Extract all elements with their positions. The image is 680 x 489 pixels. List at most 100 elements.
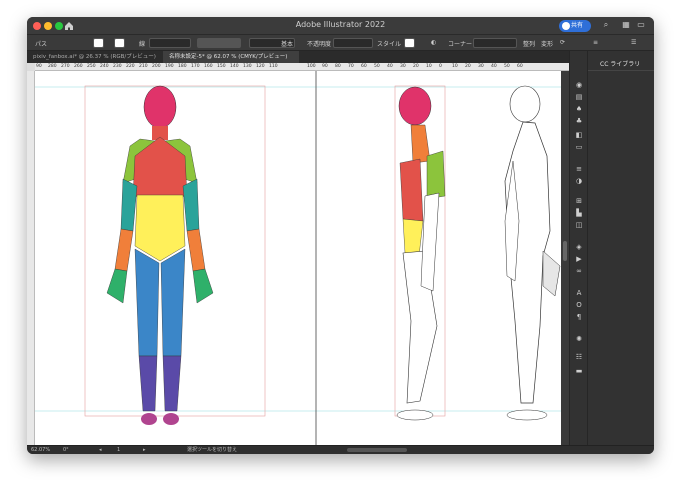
ruler-tick: 170 (191, 64, 200, 69)
artboard-next-button[interactable]: ▸ (143, 446, 146, 454)
ruler-tick: 30 (400, 64, 406, 69)
user-icon (562, 22, 570, 30)
ruler-tick: 20 (413, 64, 419, 69)
comments-icon[interactable]: ▬ (574, 367, 584, 376)
asset-export-icon[interactable]: ✺ (574, 335, 584, 344)
layers-icon[interactable]: ◈ (574, 243, 584, 252)
recolor-icon[interactable]: ◐ (431, 39, 436, 46)
variable-width-field[interactable] (197, 38, 241, 48)
cc-libraries-tab[interactable]: CC ライブラリ (588, 59, 654, 71)
illustrator-window: Adobe Illustrator 2022 共有 ⌕ ▦ ▭ パス 線 基本 … (27, 17, 654, 454)
ruler-tick: 280 (48, 64, 57, 69)
ruler-tick: 50 (504, 64, 510, 69)
ruler-tick: 50 (374, 64, 380, 69)
artwork[interactable] (35, 71, 561, 445)
properties-icon[interactable]: ▤ (574, 93, 584, 102)
selection-type-label: パス (35, 41, 48, 48)
ruler-tick: 150 (217, 64, 226, 69)
paragraph-icon[interactable]: ¶ (574, 313, 584, 322)
cc-libraries-icon[interactable]: ◉ (574, 81, 584, 90)
share-label: 共有 (571, 22, 584, 29)
search-icon[interactable]: ⌕ (601, 20, 611, 30)
horizontal-scroll-thumb[interactable] (347, 448, 407, 452)
title-bar: Adobe Illustrator 2022 共有 ⌕ ▦ ▭ (27, 17, 654, 35)
ruler-tick: 210 (139, 64, 148, 69)
ruler-tick: 60 (361, 64, 367, 69)
ruler-tick: 30 (478, 64, 484, 69)
style-label: スタイル (377, 41, 402, 48)
color-icon[interactable]: ◑ (574, 177, 584, 186)
workspace-grid-icon[interactable]: ▦ (621, 20, 631, 30)
symbols-icon[interactable]: ♣ (574, 117, 584, 126)
artboard-canvas[interactable] (35, 71, 561, 445)
ruler-tick: 180 (178, 64, 187, 69)
vertical-scrollbar[interactable] (561, 71, 569, 445)
ruler-tick: 80 (335, 64, 341, 69)
align-icon[interactable]: ▙ (574, 209, 584, 218)
horizontal-ruler[interactable]: 90 280 270 260 250 240 230 220 210 200 1… (35, 63, 597, 71)
glyphs-icon[interactable]: O (574, 301, 584, 310)
side-outline-figure[interactable] (504, 85, 561, 421)
share-button[interactable]: 共有 (559, 20, 591, 32)
artboard-prev-button[interactable]: ◂ (99, 446, 102, 454)
stroke-swatch[interactable] (114, 38, 125, 48)
ruler-tick: 90 (322, 64, 328, 69)
ruler-tick: 130 (243, 64, 252, 69)
ruler-tick: 250 (87, 64, 96, 69)
ruler-tick: 220 (126, 64, 135, 69)
actions-icon[interactable]: ▶ (574, 255, 584, 264)
ruler-tick: 10 (452, 64, 458, 69)
vertical-ruler[interactable] (27, 71, 35, 445)
ruler-tick: 160 (204, 64, 213, 69)
ruler-tick: 40 (491, 64, 497, 69)
ruler-tick: 40 (387, 64, 393, 69)
fill-swatch[interactable] (93, 38, 104, 48)
transform-label[interactable]: 変形 (541, 39, 553, 48)
side-partial-color-figure[interactable] (396, 86, 446, 421)
rotation-value[interactable]: 0° (63, 446, 69, 454)
tab-untitled-5[interactable]: 名称未設定-5* @ 62.07 % (CMYK/プレビュー) (163, 51, 299, 63)
variables-icon[interactable]: ☷ (574, 353, 584, 362)
ruler-tick: 70 (348, 64, 354, 69)
cc-libraries-panel: CC ライブラリ (587, 51, 654, 445)
graphic-styles-icon[interactable]: ◧ (574, 131, 584, 140)
arrange-documents-icon[interactable]: ▭ (636, 20, 646, 30)
tab-label: 名称未設定-5* @ 62.07 % (CMYK/プレビュー) (169, 54, 288, 60)
character-icon[interactable]: A (574, 289, 584, 298)
document-tabs: pixiv_fanbox.ai* @ 26.37 % (RGB/プレビュー) 名… (27, 51, 597, 63)
graphic-style-swatch[interactable] (404, 38, 415, 48)
corner-radius-field[interactable] (473, 38, 517, 48)
stroke-weight-field[interactable] (149, 38, 191, 48)
scroll-thumb[interactable] (563, 241, 567, 261)
isolate-icon[interactable]: ⟳ (560, 39, 565, 46)
opacity-label[interactable]: 不透明度 (307, 39, 331, 48)
cc-libraries-title: CC ライブラリ (600, 61, 641, 68)
ruler-tick: 140 (230, 64, 239, 69)
tab-label: pixiv_fanbox.ai* @ 26.37 % (RGB/プレビュー) (33, 54, 156, 60)
ruler-origin[interactable] (27, 63, 35, 71)
ruler-tick: 110 (269, 64, 278, 69)
opacity-field[interactable] (333, 38, 373, 48)
stroke-panel-icon[interactable]: ≡ (574, 165, 584, 174)
panel-menu-icon[interactable]: ☰ (631, 39, 636, 46)
ruler-tick: 60 (517, 64, 523, 69)
ruler-tick: 10 (426, 64, 432, 69)
align-label[interactable]: 整列 (523, 39, 535, 48)
transform-icon[interactable]: ⊞ (574, 197, 584, 206)
ruler-tick: 90 (36, 64, 42, 69)
pathfinder-icon[interactable]: ◫ (574, 221, 584, 230)
status-bar: 62.07% 0° ◂ 1 ▸ 選択ツールを切り替え (27, 445, 654, 454)
zoom-level[interactable]: 62.07% (31, 446, 50, 454)
appearance-icon[interactable]: ▭ (574, 143, 584, 152)
ruler-tick: 270 (61, 64, 70, 69)
align-panel-icon[interactable]: ≡ (593, 39, 598, 46)
ruler-tick: 0 (439, 64, 442, 69)
artboard-number[interactable]: 1 (117, 446, 120, 454)
ruler-tick: 20 (465, 64, 471, 69)
stroke-style-label: 基本 (281, 41, 294, 48)
tab-pixiv-fanbox[interactable]: pixiv_fanbox.ai* @ 26.37 % (RGB/プレビュー) (27, 51, 163, 63)
ruler-tick: 190 (165, 64, 174, 69)
links-icon[interactable]: ∞ (574, 267, 584, 276)
brushes-icon[interactable]: ♠ (574, 105, 584, 114)
front-color-figure[interactable] (106, 85, 214, 425)
